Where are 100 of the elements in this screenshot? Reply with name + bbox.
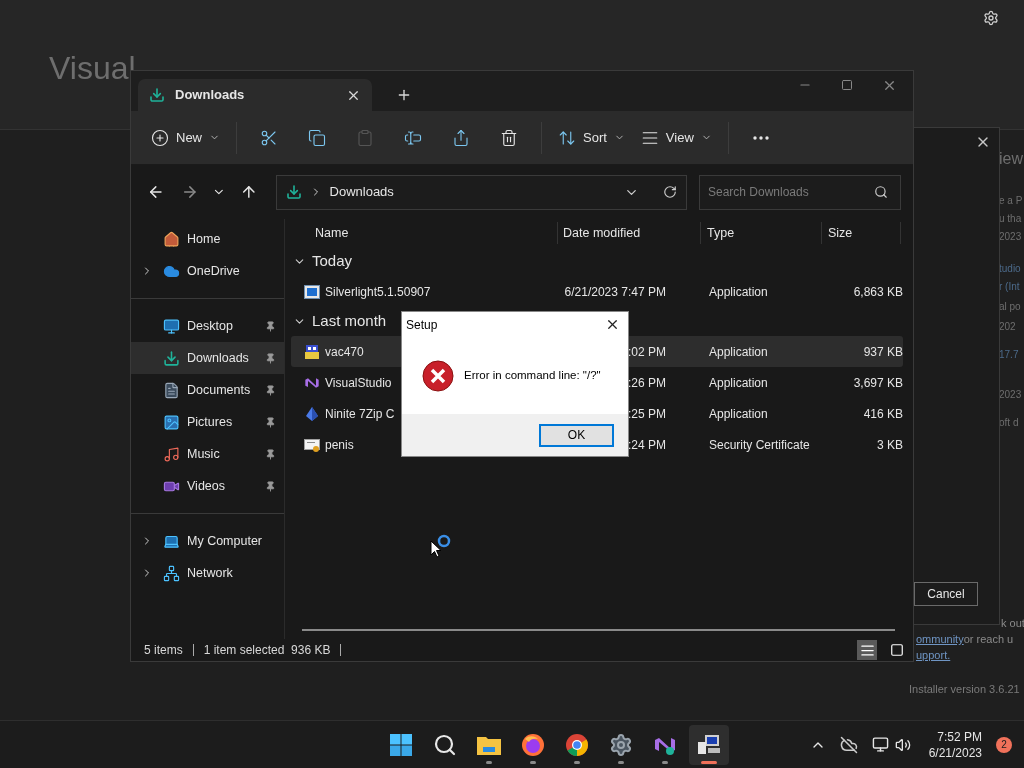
- sidebar-item[interactable]: Downloads: [131, 342, 284, 374]
- windows-logo-icon: [388, 732, 413, 757]
- pointer-icon: [430, 540, 442, 558]
- sidebar-item[interactable]: My Computer: [131, 525, 284, 557]
- picture-icon: [163, 413, 180, 431]
- running-indicator: [661, 760, 668, 764]
- back-icon[interactable]: [147, 183, 165, 201]
- network-icon: [163, 564, 180, 582]
- new-tab-icon[interactable]: [396, 87, 412, 103]
- search-icon: [874, 184, 888, 199]
- download-icon: [163, 349, 180, 367]
- type-text: Application: [709, 283, 769, 301]
- package-icon: [304, 343, 320, 360]
- cancel-button[interactable]: Cancel: [914, 582, 978, 606]
- details-view-button[interactable]: [857, 640, 877, 660]
- clock-date[interactable]: 6/21/2023: [928, 744, 982, 761]
- sort-button[interactable]: Sort: [550, 119, 633, 156]
- body-text: 17.7: [999, 348, 1020, 362]
- settings-icon[interactable]: [983, 10, 999, 26]
- busy-ring-icon: [437, 534, 451, 548]
- date-text: :02 PM: [628, 343, 666, 361]
- sidebar-item[interactable]: OneDrive: [131, 255, 284, 287]
- cut-icon: [260, 128, 278, 147]
- column-header[interactable]: Size: [822, 223, 900, 243]
- search-field[interactable]: Search Downloads: [699, 174, 901, 210]
- copy-icon: [308, 128, 326, 147]
- support-link[interactable]: ommunity: [916, 631, 964, 647]
- certificate-icon: [304, 436, 320, 453]
- running-indicator: [617, 760, 624, 764]
- size-text: 6,863 KB: [853, 283, 903, 301]
- running-indicator: [573, 760, 580, 764]
- date-text: :26 PM: [628, 374, 666, 392]
- trash-icon: [500, 128, 518, 147]
- column-header[interactable]: Date modified: [558, 223, 700, 243]
- item-count: 5 items: [144, 642, 183, 659]
- download-icon: [285, 184, 302, 200]
- group-header[interactable]: Last month: [291, 310, 387, 333]
- desktop-icon: [163, 317, 180, 335]
- date-text: :24 PM: [628, 436, 666, 454]
- sort-icon: [558, 128, 576, 147]
- body-text: tudio: [999, 262, 1022, 276]
- scrollbar[interactable]: [302, 629, 895, 631]
- size-text: 3 KB: [877, 436, 903, 454]
- lines-icon: [859, 642, 875, 658]
- column-header[interactable]: Type: [701, 223, 821, 243]
- sidebar-item[interactable]: Home: [131, 223, 284, 255]
- volume-icon[interactable]: [894, 736, 911, 753]
- body-text: 2023: [999, 230, 1023, 244]
- ok-button[interactable]: OK: [539, 423, 614, 447]
- home-icon: [163, 230, 180, 248]
- document-icon: [163, 381, 180, 399]
- body-text: al po: [999, 300, 1022, 314]
- version-text: Installer version 3.6.21: [909, 682, 1021, 697]
- body-text: or reach u: [963, 632, 1014, 647]
- close-icon[interactable]: [605, 317, 620, 332]
- share-icon: [452, 128, 470, 147]
- file-name: Ninite 7Zip C: [325, 405, 395, 423]
- support-link[interactable]: upport.: [916, 647, 951, 663]
- address-bar[interactable]: Downloads: [275, 174, 687, 210]
- file-name: penis: [325, 436, 354, 454]
- body-text: 2023: [999, 388, 1023, 402]
- plus-icon: [151, 128, 169, 147]
- pin-icon: [265, 352, 276, 364]
- size-text: 416 KB: [863, 405, 903, 423]
- sidebar-item[interactable]: Documents: [131, 374, 284, 406]
- sidebar-item[interactable]: Pictures: [131, 406, 284, 438]
- file-name: VisualStudio: [325, 374, 392, 392]
- type-text: Security Certificate: [709, 436, 811, 454]
- error-icon: [422, 359, 454, 392]
- fox-browser-icon: [520, 732, 545, 757]
- group-header[interactable]: Today: [291, 250, 353, 273]
- column-header[interactable]: Name: [291, 223, 557, 243]
- sidebar-item[interactable]: Videos: [131, 470, 284, 502]
- sidebar-item[interactable]: Network: [131, 557, 284, 589]
- taskbar-button[interactable]: [688, 724, 729, 765]
- pin-icon: [265, 384, 276, 396]
- path-text: Downloads: [329, 183, 395, 202]
- paste-icon: [356, 128, 374, 147]
- new-button[interactable]: New: [143, 119, 228, 156]
- search-icon: [432, 732, 457, 757]
- tab[interactable]: Downloads: [138, 79, 372, 111]
- pin-icon: [265, 416, 276, 428]
- type-text: Application: [709, 343, 769, 361]
- view-button[interactable]: View: [632, 119, 720, 156]
- pin-icon: [265, 480, 276, 492]
- cloud-off-icon[interactable]: [839, 735, 858, 754]
- sidebar-item[interactable]: Music: [131, 438, 284, 470]
- maximize-icon[interactable]: [841, 79, 853, 91]
- rename-icon: [404, 128, 422, 147]
- refresh-icon[interactable]: [663, 185, 677, 199]
- body-text: r (Int: [999, 280, 1021, 294]
- heading-text: iew: [999, 150, 1024, 169]
- pin-icon: [265, 448, 276, 460]
- network-icon[interactable]: [871, 736, 889, 753]
- computer-setup-icon: [695, 732, 722, 757]
- sidebar-item[interactable]: Desktop: [131, 310, 284, 342]
- date-text: :25 PM: [628, 405, 666, 423]
- notification-badge[interactable]: 2: [996, 736, 1012, 753]
- dialog-title: Setup: [406, 316, 438, 334]
- clock-time[interactable]: 7:52 PM: [937, 728, 982, 745]
